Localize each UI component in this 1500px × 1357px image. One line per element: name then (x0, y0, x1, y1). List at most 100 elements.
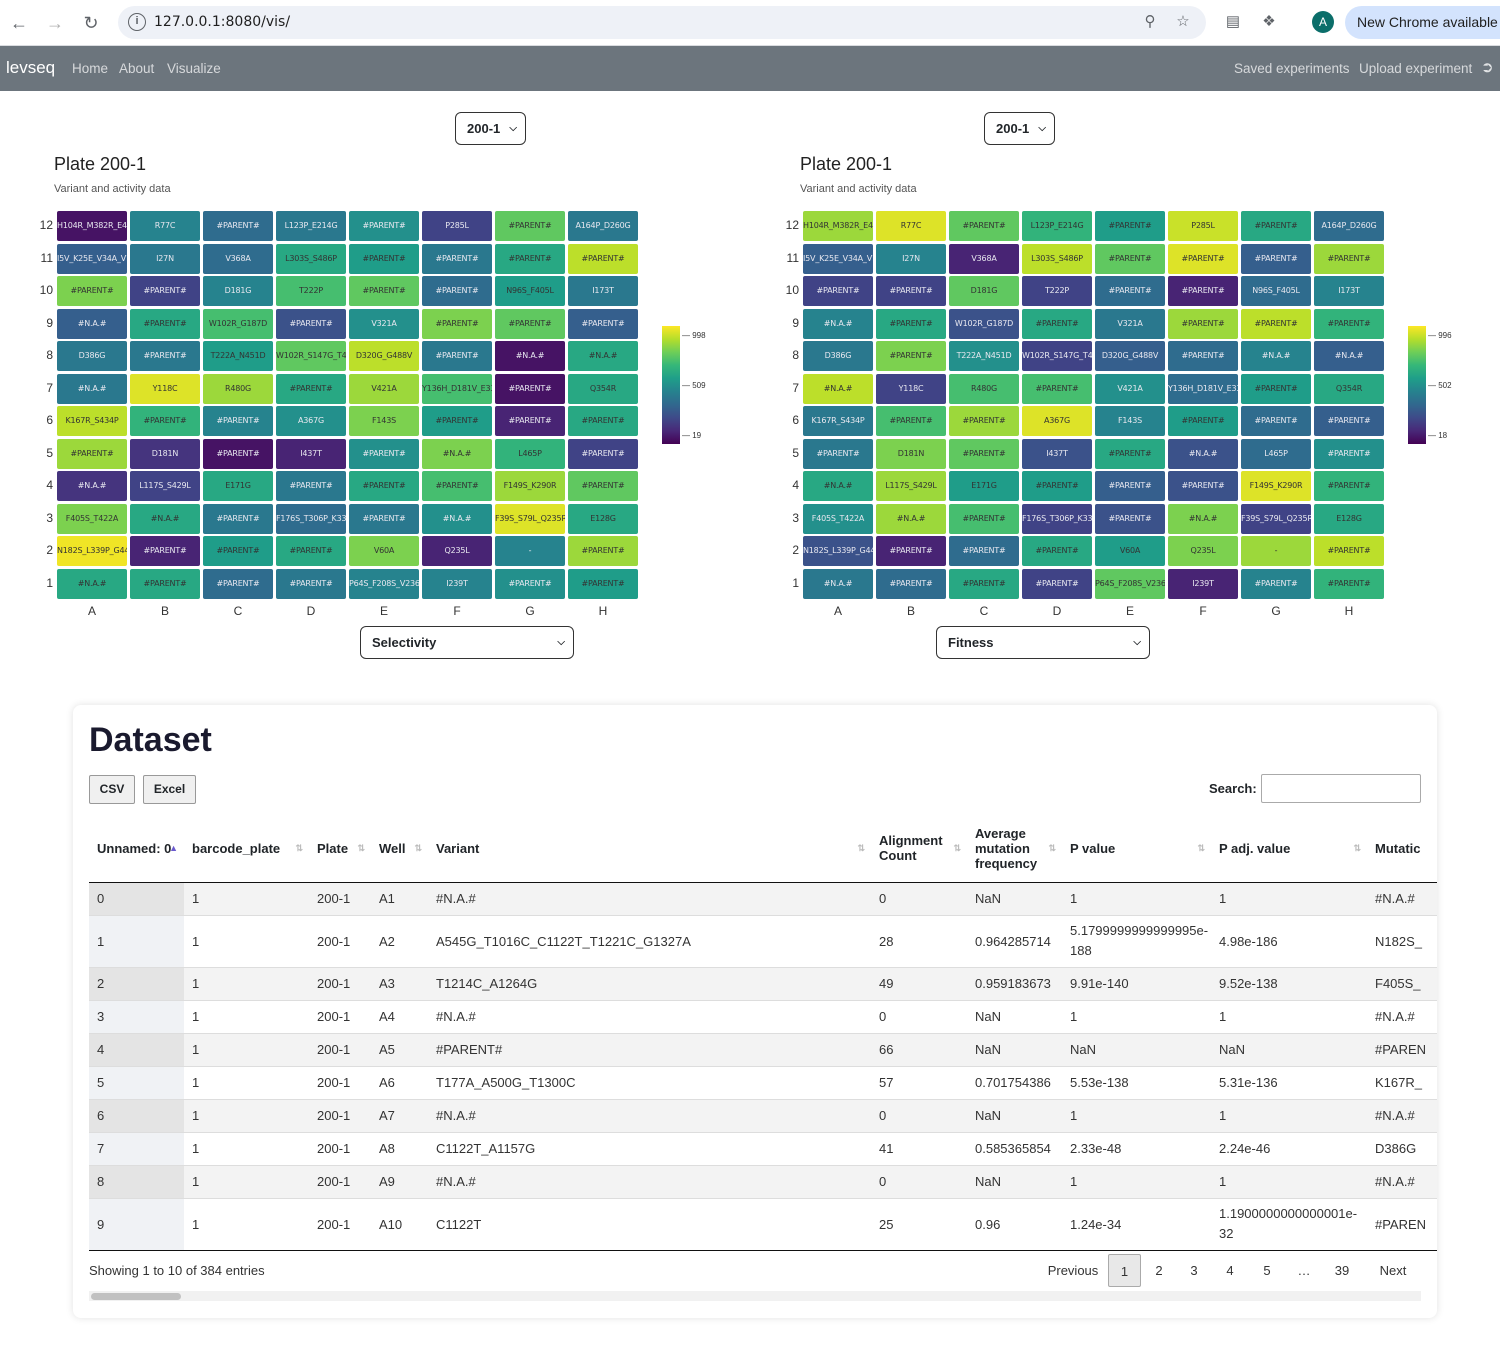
heatmap-cell[interactable]: F176S_T306P_K337E (276, 503, 346, 534)
heatmap-cell[interactable]: T222P (1022, 276, 1092, 306)
heatmap-cell[interactable]: N182S_L339P_G443R (803, 536, 873, 566)
heatmap-cell[interactable]: L123P_E214G (1022, 211, 1092, 241)
page-button[interactable]: 1 (1108, 1254, 1141, 1287)
plate-selector-left[interactable]: 200-1 ⌵ (455, 112, 526, 145)
heatmap-cell[interactable]: W102R_S147G_T447A (276, 341, 346, 371)
heatmap-cell[interactable]: #N.A.# (803, 471, 873, 501)
column-header[interactable]: P value ⇅ (1062, 815, 1211, 883)
heatmap-cell[interactable]: A164P_D260G (568, 211, 638, 241)
heatmap-cell[interactable]: #PARENT# (276, 471, 346, 501)
heatmap-cell[interactable]: I173T (1314, 276, 1384, 306)
heatmap-cell[interactable]: #PARENT# (349, 471, 419, 501)
heatmap-cell[interactable]: #PARENT# (1168, 276, 1238, 306)
heatmap-cell[interactable]: #N.A.# (1241, 341, 1311, 371)
logout-icon[interactable]: ➲ (1481, 58, 1494, 76)
heatmap-cell[interactable]: #PARENT# (203, 211, 273, 241)
heatmap-cell[interactable]: I27N (876, 243, 946, 274)
heatmap-cell[interactable]: #PARENT# (1241, 568, 1311, 599)
page-button[interactable]: 3 (1179, 1254, 1209, 1287)
heatmap-cell[interactable]: #N.A.# (803, 373, 873, 404)
heatmap-cell[interactable]: #PARENT# (803, 276, 873, 306)
metric-selector-left[interactable]: Selectivity ⌵ (360, 626, 574, 659)
heatmap-cell[interactable]: P64S_F208S_V236M (1095, 568, 1165, 599)
heatmap-cell[interactable]: #PARENT# (349, 503, 419, 534)
heatmap-cell[interactable]: #PARENT# (1022, 373, 1092, 404)
heatmap-cell[interactable]: V421A (1095, 373, 1165, 404)
page-button[interactable]: 4 (1215, 1254, 1245, 1287)
heatmap-cell[interactable]: E128G (1314, 503, 1384, 534)
heatmap-cell[interactable]: #N.A.# (1314, 341, 1384, 371)
heatmap-cell[interactable]: #PARENT# (1168, 406, 1238, 436)
sort-icon[interactable]: ⇅ (1197, 843, 1205, 854)
heatmap-cell[interactable]: #PARENT# (568, 471, 638, 501)
heatmap-cell[interactable]: #N.A.# (130, 503, 200, 534)
heatmap-cell[interactable]: #PARENT# (803, 438, 873, 469)
heatmap-cell[interactable]: L117S_S429L (130, 471, 200, 501)
heatmap-cell[interactable]: A164P_D260G (1314, 211, 1384, 241)
url-text[interactable]: 127.0.0.1:8080/vis/ (154, 14, 290, 30)
heatmap-cell[interactable]: E171G (949, 471, 1019, 501)
heatmap-cell[interactable]: L123P_E214G (276, 211, 346, 241)
heatmap-cell[interactable]: #PARENT# (422, 276, 492, 306)
heatmap-cell[interactable]: V368A (203, 243, 273, 274)
heatmap-cell[interactable]: #N.A.# (495, 341, 565, 371)
search-input[interactable] (1261, 774, 1421, 803)
heatmap-cell[interactable]: #PARENT# (130, 568, 200, 599)
heatmap-cell[interactable]: I5V_K25E_V34A_V185I_F275S (803, 243, 873, 274)
heatmap-cell[interactable]: I239T (422, 568, 492, 599)
heatmap-cell[interactable]: P285L (422, 211, 492, 241)
heatmap-cell[interactable]: W102R_G187D (203, 308, 273, 339)
heatmap-cell[interactable]: H104R_M382R_E457G (803, 211, 873, 241)
table-row[interactable]: 7 1 200-1 A8 C1122T_A1157G 41 0.585365854 2.33e… (89, 1131, 1437, 1165)
column-header[interactable]: P adj. value ⇅ (1211, 815, 1367, 883)
heatmap-cell[interactable]: #PARENT# (495, 211, 565, 241)
heatmap-cell[interactable]: #PARENT# (1095, 211, 1165, 241)
address-bar[interactable]: i 127.0.0.1:8080/vis/ ⚲ ☆ (118, 6, 1206, 39)
nav-home[interactable]: Home (72, 61, 108, 76)
column-header[interactable]: Variant ⇅ (428, 815, 871, 883)
heatmap-cell[interactable]: #N.A.# (568, 341, 638, 371)
heatmap-cell[interactable]: V421A (349, 373, 419, 404)
back-icon[interactable]: ← (7, 11, 31, 35)
heatmap-cell[interactable]: #PARENT# (130, 406, 200, 436)
heatmap-cell[interactable]: D386G (803, 341, 873, 371)
heatmap-cell[interactable]: P285L (1168, 211, 1238, 241)
heatmap-cell[interactable]: #N.A.# (57, 471, 127, 501)
heatmap-cell[interactable]: #PARENT# (130, 341, 200, 371)
heatmap-cell[interactable]: #PARENT# (1314, 568, 1384, 599)
heatmap-cell[interactable]: K167R_S434P (57, 406, 127, 436)
next-page-button[interactable]: Next (1362, 1254, 1424, 1287)
heatmap-cell[interactable]: N96S_F405L (1241, 276, 1311, 306)
heatmap-cell[interactable]: #PARENT# (949, 503, 1019, 534)
heatmap-cell[interactable]: D181N (876, 438, 946, 469)
heatmap-cell[interactable]: D386G (57, 341, 127, 371)
column-header[interactable]: Unnamed: 0 ▲ (89, 815, 184, 883)
heatmap-cell[interactable]: #PARENT# (1241, 406, 1311, 436)
sort-icon[interactable]: ⇅ (295, 843, 303, 854)
heatmap-cell[interactable]: T222A_N451D (203, 341, 273, 371)
column-header[interactable]: Average mutation frequency ⇅ (967, 815, 1062, 883)
reading-list-icon[interactable]: ▤ (1223, 12, 1243, 32)
column-header[interactable]: Well ⇅ (371, 815, 428, 883)
heatmap-cell[interactable]: #PARENT# (568, 308, 638, 339)
heatmap-cell[interactable]: I27N (130, 243, 200, 274)
heatmap-cell[interactable]: N96S_F405L (495, 276, 565, 306)
table-row[interactable]: 4 1 200-1 A5 #PARENT# 66 NaN NaN NaN #PAREN (89, 1032, 1437, 1066)
heatmap-cell[interactable]: #PARENT# (1314, 308, 1384, 339)
heatmap-cell[interactable]: #N.A.# (422, 503, 492, 534)
heatmap-cell[interactable]: Y118C (130, 373, 200, 404)
heatmap-cell[interactable]: F405S_T422A (803, 503, 873, 534)
heatmap-cell[interactable]: #PARENT# (1241, 373, 1311, 404)
heatmap-cell[interactable]: #PARENT# (130, 276, 200, 306)
heatmap-cell[interactable]: #PARENT# (422, 308, 492, 339)
heatmap-cell[interactable]: #PARENT# (568, 243, 638, 274)
heatmap-cell[interactable]: #PARENT# (203, 503, 273, 534)
heatmap-cell[interactable]: #N.A.# (1168, 503, 1238, 534)
heatmap-cell[interactable]: #PARENT# (276, 373, 346, 404)
table-row[interactable]: 5 1 200-1 A6 T177A_A500G_T1300C 57 0.701754386… (89, 1065, 1437, 1099)
heatmap-cell[interactable]: A367G (276, 406, 346, 436)
heatmap-cell[interactable]: I5V_K25E_V34A_V185I_F275S (57, 243, 127, 274)
heatmap-cell[interactable]: #N.A.# (57, 308, 127, 339)
forward-icon[interactable]: → (43, 11, 67, 35)
sort-icon[interactable]: ⇅ (1353, 843, 1361, 854)
